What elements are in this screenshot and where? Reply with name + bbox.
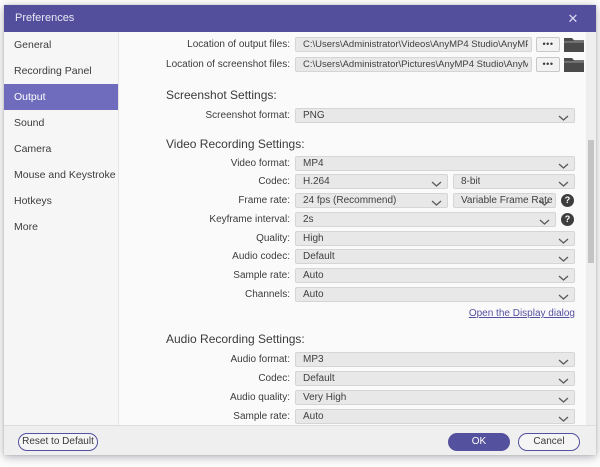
section-heading-screenshot: Screenshot Settings: [166, 88, 277, 102]
browse-output-button[interactable]: ••• [536, 37, 560, 52]
row-codec: Codec: H.264 8-bit [119, 174, 580, 189]
chevron-down-icon [539, 217, 550, 225]
output-path-field[interactable]: C:\Users\Administrator\Videos\AnyMP4 Stu… [295, 37, 532, 52]
chevron-down-icon [558, 357, 569, 365]
chevron-down-icon [558, 161, 569, 169]
chevron-down-icon [558, 254, 569, 262]
frame-rate-help-icon[interactable]: ? [561, 194, 574, 207]
open-screenshot-folder-button[interactable] [564, 57, 584, 72]
chevron-down-icon [558, 236, 569, 244]
frame-rate-mode-dropdown[interactable]: Variable Frame Rate [453, 193, 556, 208]
display-dialog-link[interactable]: Open the Display dialog [469, 308, 575, 319]
path-value: C:\Users\Administrator\Videos\AnyMP4 Stu… [303, 39, 528, 50]
frame-rate-dropdown[interactable]: 24 fps (Recommend) [295, 193, 448, 208]
quality-dropdown[interactable]: High [295, 231, 575, 246]
chevron-down-icon [431, 179, 442, 187]
chevron-down-icon [558, 273, 569, 281]
close-button[interactable]: ✕ [558, 5, 588, 32]
field-label: Audio codec: [232, 251, 290, 262]
audio-codec-dropdown[interactable]: Default [295, 249, 575, 264]
field-label: Sample rate: [233, 411, 290, 422]
keyframe-help-icon[interactable]: ? [561, 213, 574, 226]
chevron-down-icon [558, 292, 569, 300]
scrollbar-track[interactable] [586, 32, 596, 425]
footer-bar: Reset to Default OK Cancel [4, 425, 596, 455]
title-bar: Preferences ✕ [4, 5, 596, 32]
sidebar-item-camera[interactable]: Camera [4, 136, 118, 162]
screenshot-path-field[interactable]: C:\Users\Administrator\Pictures\AnyMP4 S… [295, 57, 532, 72]
codec-dropdown[interactable]: H.264 [295, 174, 448, 189]
field-label: Audio quality: [229, 392, 290, 403]
sidebar-item-output[interactable]: Output [4, 84, 118, 110]
folder-icon [564, 58, 584, 75]
row-video-format: Video format: MP4 [119, 156, 580, 171]
field-label: Video format: [230, 158, 290, 169]
sample-rate-dropdown[interactable]: Auto [295, 268, 575, 283]
row-screenshot-location: Location of screenshot files: C:\Users\A… [119, 57, 584, 72]
field-label: Frame rate: [238, 195, 290, 206]
keyframe-interval-dropdown[interactable]: 2s [295, 212, 556, 227]
chevron-down-icon [558, 376, 569, 384]
row-audio-codec2: Codec: Default [119, 371, 580, 386]
folder-icon [564, 38, 584, 55]
chevron-down-icon [558, 395, 569, 403]
screenshot-format-dropdown[interactable]: PNG [295, 108, 575, 123]
row-channels: Channels: Auto [119, 287, 580, 302]
row-audio-sample-rate: Sample rate: Auto [119, 409, 580, 424]
close-icon: ✕ [567, 11, 579, 26]
row-keyframe-interval: Keyframe interval: 2s ? [119, 212, 580, 227]
sidebar-item-mouse-keystroke[interactable]: Mouse and Keystroke [4, 162, 118, 188]
video-format-dropdown[interactable]: MP4 [295, 156, 575, 171]
audio-format-dropdown[interactable]: MP3 [295, 352, 575, 367]
ok-button[interactable]: OK [448, 433, 510, 451]
channels-dropdown[interactable]: Auto [295, 287, 575, 302]
audio-codec2-dropdown[interactable]: Default [295, 371, 575, 386]
sidebar-item-recording-panel[interactable]: Recording Panel [4, 58, 118, 84]
scrollbar-thumb[interactable] [588, 140, 594, 263]
field-label: Location of screenshot files: [166, 59, 290, 70]
sidebar-item-general[interactable]: General [4, 32, 118, 58]
field-label: Keyframe interval: [209, 214, 290, 225]
field-label: Sample rate: [233, 270, 290, 281]
row-display-link: Open the Display dialog [119, 308, 575, 321]
sidebar-item-hotkeys[interactable]: Hotkeys [4, 188, 118, 214]
dialog-title: Preferences [15, 12, 75, 24]
row-output-location: Location of output files: C:\Users\Admin… [119, 37, 584, 52]
row-frame-rate: Frame rate: 24 fps (Recommend) Variable … [119, 193, 580, 208]
bit-depth-dropdown[interactable]: 8-bit [453, 174, 575, 189]
field-label: Location of output files: [187, 39, 290, 50]
section-heading-audio: Audio Recording Settings: [166, 332, 305, 346]
row-audio-format: Audio format: MP3 [119, 352, 580, 367]
reset-default-button[interactable]: Reset to Default [18, 433, 98, 451]
field-label: Screenshot format: [205, 110, 290, 121]
chevron-down-icon [558, 414, 569, 422]
ellipsis-icon: ••• [542, 39, 554, 49]
ellipsis-icon: ••• [542, 59, 554, 69]
row-quality: Quality: High [119, 231, 580, 246]
field-label: Quality: [256, 233, 290, 244]
chevron-down-icon [558, 113, 569, 121]
browse-screenshot-button[interactable]: ••• [536, 57, 560, 72]
sidebar-item-sound[interactable]: Sound [4, 110, 118, 136]
sidebar-item-more[interactable]: More [4, 214, 118, 240]
field-label: Codec: [258, 176, 290, 187]
section-heading-video: Video Recording Settings: [166, 137, 305, 151]
row-sample-rate: Sample rate: Auto [119, 268, 580, 283]
chevron-down-icon [539, 198, 550, 206]
chevron-down-icon [431, 198, 442, 206]
preferences-dialog: Preferences ✕ General Recording Panel Ou… [4, 5, 596, 455]
audio-quality-dropdown[interactable]: Very High [295, 390, 575, 405]
field-label: Channels: [244, 289, 290, 300]
field-label: Audio format: [230, 354, 290, 365]
path-value: C:\Users\Administrator\Pictures\AnyMP4 S… [303, 59, 528, 70]
audio-sample-rate-dropdown[interactable]: Auto [295, 409, 575, 424]
cancel-button[interactable]: Cancel [518, 433, 580, 451]
row-audio-codec: Audio codec: Default [119, 249, 580, 264]
field-label: Codec: [258, 373, 290, 384]
row-screenshot-format: Screenshot format: PNG [119, 108, 580, 123]
row-audio-quality: Audio quality: Very High [119, 390, 580, 405]
open-output-folder-button[interactable] [564, 37, 584, 52]
chevron-down-icon [558, 179, 569, 187]
sidebar: General Recording Panel Output Sound Cam… [4, 32, 119, 425]
